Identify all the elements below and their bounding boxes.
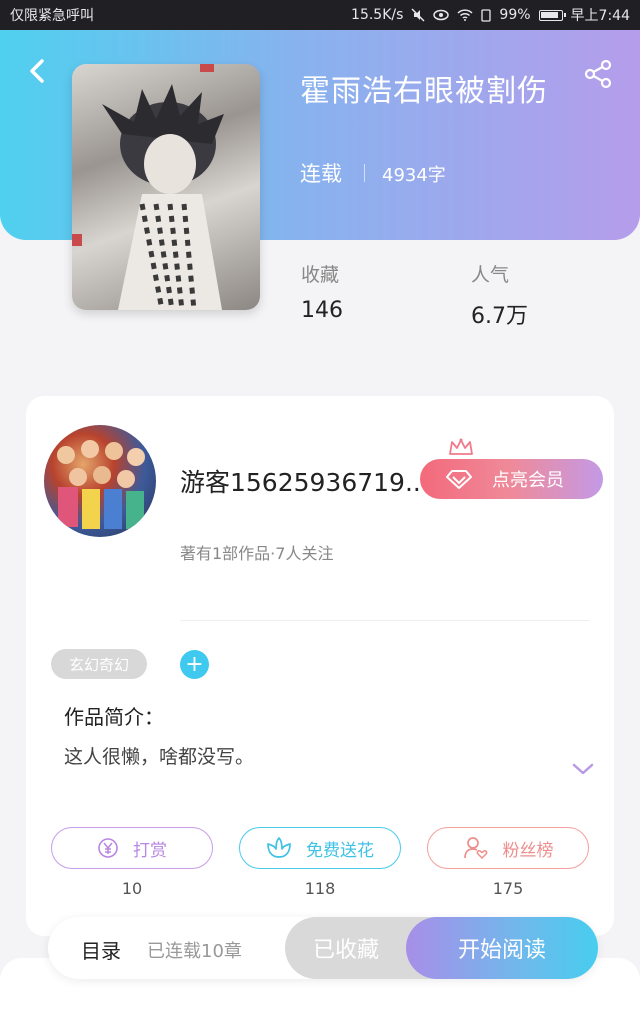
diamond-icon: [446, 470, 472, 489]
crown-icon: [449, 438, 473, 455]
start-reading-label: 开始阅读: [457, 938, 546, 963]
cover-illustration: [72, 64, 224, 310]
back-icon[interactable]: [22, 56, 52, 86]
card-divider: [180, 620, 590, 621]
book-title: 霍雨浩右眼被割伤: [300, 74, 548, 109]
author-name[interactable]: 游客15625936719..: [180, 463, 425, 499]
favorites-label: 收藏: [301, 264, 340, 286]
reward-label: 打赏: [133, 840, 167, 861]
word-count: 4934字: [382, 165, 446, 186]
send-flower-label: 免费送花: [306, 840, 374, 861]
vip-button[interactable]: 点亮会员: [420, 459, 603, 499]
author-avatar[interactable]: [44, 425, 156, 537]
network-speed: 15.5K/s: [351, 7, 404, 23]
avatar-illustration: [57, 440, 145, 529]
battery-percent: 99%: [499, 7, 531, 23]
battery-icon: [538, 9, 566, 21]
reward-button[interactable]: 打赏: [51, 827, 213, 869]
popularity-value: 6.7万: [471, 304, 528, 329]
reward-count: 10: [121, 879, 143, 898]
intro-heading: 作品简介：: [64, 705, 164, 729]
send-flower-button[interactable]: 免费送花: [239, 827, 401, 869]
author-meta: 著有1部作品·7人关注: [180, 544, 334, 563]
collected-label: 已收藏: [313, 938, 380, 963]
fan-ranking-button[interactable]: 粉丝榜: [427, 827, 589, 869]
eye-icon: [433, 9, 450, 21]
sim-icon: [481, 8, 492, 22]
mute-icon: [411, 8, 425, 22]
user-heart-icon: [463, 837, 487, 860]
favorites-value: 146: [301, 298, 343, 323]
table-of-contents-button[interactable]: 目录: [81, 935, 121, 964]
status-icons: 15.5K/s 99% 早上7:44: [351, 5, 630, 25]
fan-count: 175: [492, 879, 524, 898]
wifi-icon: [457, 9, 473, 21]
clock: 早上7:44: [570, 8, 630, 24]
status-bar: 仅限紧急呼叫 15.5K/s 99% 早上7:44: [0, 0, 640, 30]
share-icon[interactable]: [582, 58, 614, 90]
chevron-down-icon[interactable]: [571, 760, 595, 778]
popularity-label: 人气: [471, 264, 510, 286]
fan-ranking-label: 粉丝榜: [502, 840, 554, 861]
chapter-count[interactable]: 已连载10章: [147, 937, 242, 963]
coin-icon: [98, 838, 118, 858]
book-cover[interactable]: [72, 64, 260, 310]
flower-count: 118: [304, 879, 336, 898]
meta-divider: [364, 164, 365, 182]
flower-icon: [267, 837, 291, 858]
carrier-text: 仅限紧急呼叫: [10, 8, 94, 24]
start-reading-button[interactable]: 开始阅读: [406, 917, 598, 979]
vip-label: 点亮会员: [492, 470, 564, 491]
genre-tag[interactable]: 玄幻奇幻: [51, 649, 147, 679]
add-tag-button[interactable]: +: [180, 650, 209, 679]
intro-text: 这人很懒，啥都没写。: [64, 746, 255, 768]
book-status: 连载: [300, 162, 342, 186]
